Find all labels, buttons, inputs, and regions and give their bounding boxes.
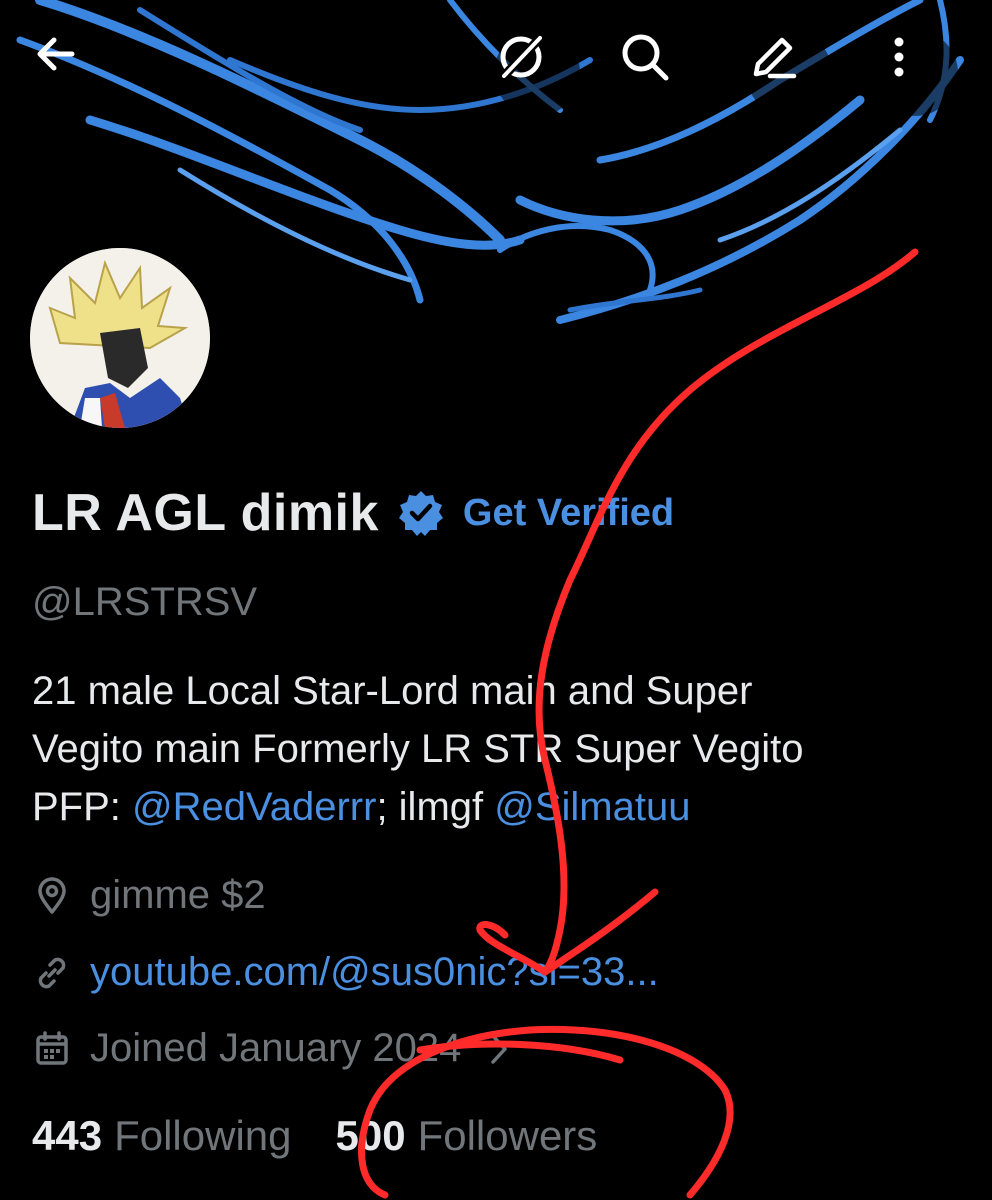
calendar-icon: [36, 1030, 68, 1065]
profile-bio: 21 male Local Star-Lord main and Super V…: [32, 662, 952, 836]
grok-icon: [500, 34, 544, 80]
bio-line-1: 21 male Local Star-Lord main and Super: [32, 669, 753, 713]
bio-line-3: PFP: @RedVaderrr; ilmgf @Silmatuu: [32, 778, 952, 836]
location-pin-icon: [38, 876, 66, 914]
followers-link[interactable]: 500 Followers: [336, 1112, 598, 1160]
more-options-button[interactable]: [872, 30, 958, 116]
following-link[interactable]: 443 Following: [32, 1112, 292, 1160]
profile-handle: @LRSTRSV: [32, 580, 258, 624]
joined-text: Joined January 2024: [90, 1026, 462, 1070]
search-icon: [622, 34, 669, 81]
bio-pfp-prefix: PFP:: [32, 785, 133, 829]
website-link[interactable]: youtube.com/@sus0nic?si=33...: [90, 950, 659, 995]
followers-count: 500: [335, 1112, 406, 1159]
profile-location: gimme $2: [32, 873, 266, 918]
avatar-illustration: [30, 248, 210, 428]
followers-label: Followers: [417, 1112, 598, 1159]
verified-badge-icon[interactable]: [397, 489, 445, 537]
profile-stats: 443 Following 500 Followers: [32, 1112, 597, 1160]
search-button[interactable]: [618, 30, 704, 116]
profile-website: youtube.com/@sus0nic?si=33...: [32, 950, 659, 995]
mention-link[interactable]: @RedVaderrr: [132, 785, 376, 829]
bio-text: ; ilmgf: [376, 785, 495, 829]
bio-line-2: Vegito main Formerly LR STR Super Vegito: [32, 727, 804, 771]
profile-joined[interactable]: Joined January 2024: [32, 1026, 511, 1071]
following-count: 443: [32, 1112, 103, 1159]
get-verified-link[interactable]: Get Verified: [463, 492, 674, 535]
avatar-image: [30, 248, 210, 428]
avatar[interactable]: [26, 244, 214, 432]
pencil-icon: [753, 37, 797, 79]
more-vertical-icon: [894, 37, 904, 77]
display-name: LR AGL dimik: [32, 484, 379, 542]
following-label: Following: [114, 1112, 292, 1159]
location-text: gimme $2: [90, 873, 266, 917]
profile-name-row: LR AGL dimik Get Verified: [32, 478, 674, 548]
back-button[interactable]: [32, 30, 118, 116]
link-icon: [38, 957, 66, 988]
chevron-right-icon: [491, 1033, 508, 1064]
mention-link[interactable]: @Silmatuu: [494, 785, 690, 829]
arrow-left-icon: [37, 37, 75, 71]
compose-button[interactable]: [746, 30, 832, 116]
grok-button[interactable]: [494, 30, 580, 116]
